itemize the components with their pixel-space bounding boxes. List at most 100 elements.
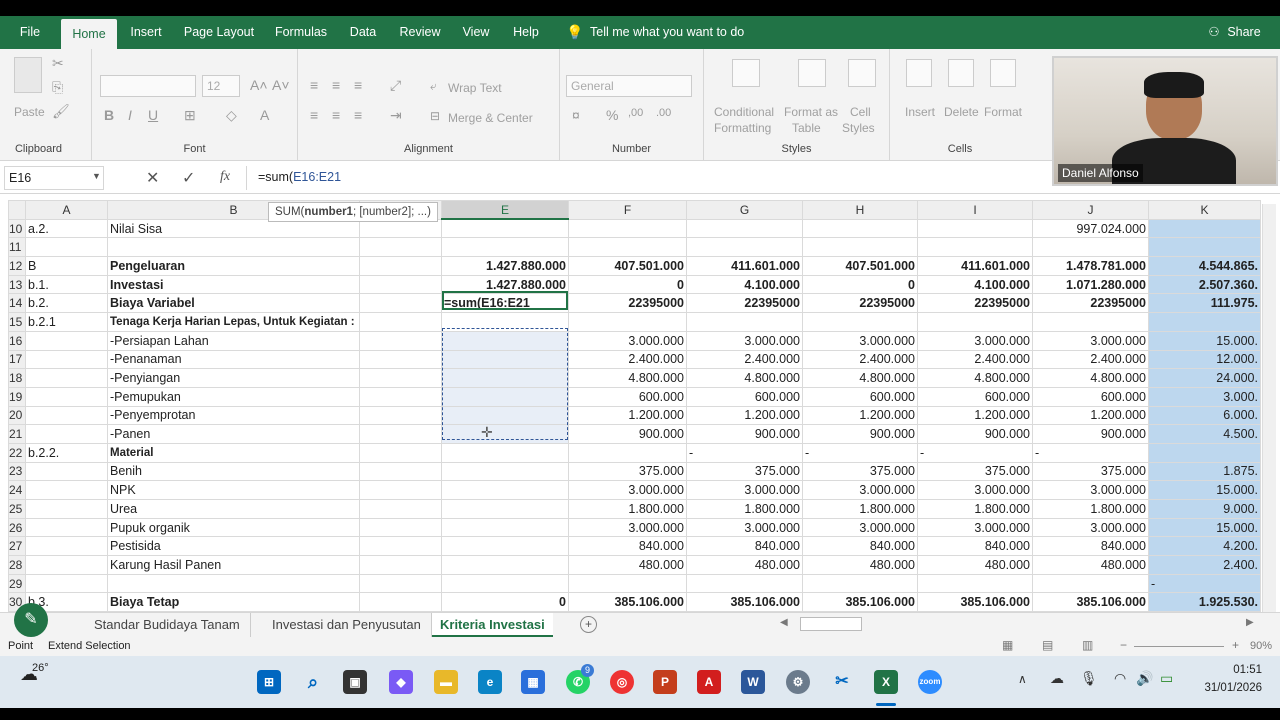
cell-g[interactable]: 22395000 (686, 293, 803, 314)
column-header-g[interactable]: G (686, 200, 803, 220)
percent-button[interactable]: % (606, 107, 618, 123)
cell-b[interactable]: Biaya Variabel (107, 293, 360, 314)
cell-g[interactable]: 385.106.000 (686, 592, 803, 613)
cell-a[interactable] (25, 480, 108, 500)
column-header-h[interactable]: H (802, 200, 918, 220)
italic-button[interactable]: I (128, 107, 132, 123)
font-grow-icon[interactable]: A˄ (250, 77, 268, 93)
cell-i[interactable]: 4.100.000 (917, 274, 1033, 295)
cell-e[interactable] (441, 386, 569, 407)
normal-view-icon[interactable]: ▦ (1002, 638, 1013, 652)
cell-c[interactable] (359, 592, 442, 613)
cell-h[interactable]: 4.800.000 (802, 368, 918, 388)
cell-k[interactable] (1148, 237, 1261, 258)
cell-f[interactable]: 840.000 (568, 536, 687, 557)
cell-c[interactable] (359, 499, 442, 519)
conditional-formatting-label[interactable]: Conditional (714, 105, 774, 119)
cell-i[interactable]: 600.000 (917, 386, 1033, 407)
cell-c[interactable] (359, 424, 442, 444)
row-header[interactable]: 17 (8, 349, 26, 370)
cell-k[interactable]: 4.544.865. (1148, 256, 1261, 276)
insert-cells-icon[interactable] (906, 59, 932, 87)
cell-j[interactable] (1032, 573, 1149, 594)
tab-home[interactable]: Home (61, 19, 117, 49)
cell-j[interactable]: 375.000 (1032, 461, 1149, 482)
cell-a[interactable] (25, 536, 108, 557)
function-tooltip[interactable]: SUM(number1; [number2]; ...) (268, 202, 438, 222)
cell-b[interactable]: Material (107, 442, 360, 463)
row-header[interactable]: 10 (8, 218, 26, 239)
select-all-corner[interactable] (8, 200, 26, 220)
row-header[interactable]: 11 (8, 237, 26, 258)
number-format-box[interactable]: General (566, 75, 692, 97)
cell-i[interactable] (917, 312, 1033, 332)
cell-k[interactable]: 1.925.530. (1148, 592, 1261, 613)
cell-e[interactable] (441, 405, 569, 426)
cell-h[interactable]: 3.000.000 (802, 517, 918, 538)
cell-j[interactable]: 3.000.000 (1032, 517, 1149, 538)
cell-k[interactable]: 12.000. (1148, 349, 1261, 370)
cell-g[interactable]: 3.000.000 (686, 330, 803, 351)
cell-c[interactable] (359, 573, 442, 594)
start-icon[interactable]: ⊞ (257, 670, 281, 694)
cell-f[interactable] (568, 573, 687, 594)
cell-k[interactable]: 1.875. (1148, 461, 1261, 482)
cell-e[interactable]: 0 (441, 592, 569, 613)
wrap-text-icon[interactable]: ⤶ (430, 79, 437, 94)
cell-j[interactable]: 385.106.000 (1032, 592, 1149, 613)
cell-h[interactable]: 600.000 (802, 386, 918, 407)
cell-k[interactable]: 3.000. (1148, 386, 1261, 407)
cell-b[interactable] (107, 573, 360, 594)
cell-h[interactable] (802, 573, 918, 594)
cell-h[interactable]: 385.106.000 (802, 592, 918, 613)
cell-h[interactable]: 0 (802, 274, 918, 295)
row-header[interactable]: 22 (8, 442, 26, 463)
cell-g[interactable] (686, 218, 803, 239)
page-layout-view-icon[interactable]: ▤ (1042, 638, 1053, 652)
currency-icon[interactable]: ¤ (572, 107, 580, 123)
column-header-k[interactable]: K (1148, 200, 1261, 220)
cell-a[interactable]: b.2.1 (25, 312, 108, 332)
cell-i[interactable]: 3.000.000 (917, 330, 1033, 351)
cell-a[interactable]: b.2.2. (25, 442, 108, 463)
cell-c[interactable] (359, 480, 442, 500)
sheet-tab-kriteria[interactable]: Kriteria Investasi (432, 613, 553, 637)
cell-b[interactable]: Pupuk organik (107, 517, 360, 538)
row-header[interactable]: 15 (8, 312, 26, 332)
file-explorer-icon[interactable]: ▬ (434, 670, 458, 694)
cell-h[interactable] (802, 218, 918, 239)
cell-h[interactable]: 480.000 (802, 555, 918, 575)
cell-g[interactable]: - (686, 442, 803, 463)
format-cells-button[interactable]: Format (984, 105, 1022, 119)
m365-icon[interactable]: ◆ (389, 670, 413, 694)
cell-h[interactable]: 1.200.000 (802, 405, 918, 426)
cell-e[interactable] (441, 480, 569, 500)
acrobat-icon[interactable]: A (697, 670, 721, 694)
cell-i[interactable]: 3.000.000 (917, 480, 1033, 500)
zoom-out-icon[interactable]: − (1120, 638, 1127, 652)
settings-icon[interactable]: ⚙ (786, 670, 810, 694)
powerpoint-icon[interactable]: P (653, 670, 677, 694)
cell-h[interactable]: 900.000 (802, 424, 918, 444)
cell-e[interactable] (441, 330, 569, 351)
format-as-table-icon[interactable] (798, 59, 826, 87)
cell-f[interactable]: 3.000.000 (568, 517, 687, 538)
tab-insert[interactable]: Insert (124, 16, 168, 49)
cell-j[interactable] (1032, 237, 1149, 258)
cell-b[interactable]: Investasi (107, 274, 360, 295)
cell-i[interactable]: 840.000 (917, 536, 1033, 557)
cell-g[interactable]: 411.601.000 (686, 256, 803, 276)
task-view-icon[interactable]: ▣ (343, 670, 367, 694)
borders-icon[interactable]: ⊞ (184, 107, 196, 124)
edge-icon[interactable]: e (478, 670, 502, 694)
cell-f[interactable] (568, 218, 687, 239)
orientation-icon[interactable]: ⤢ (390, 77, 401, 94)
cell-b[interactable]: Pengeluaran (107, 256, 360, 276)
row-header[interactable]: 25 (8, 499, 26, 519)
cell-j[interactable]: 480.000 (1032, 555, 1149, 575)
cell-g[interactable]: 4.100.000 (686, 274, 803, 295)
cell-j[interactable]: 3.000.000 (1032, 480, 1149, 500)
cell-i[interactable]: - (917, 442, 1033, 463)
cell-j[interactable]: 3.000.000 (1032, 330, 1149, 351)
cell-e[interactable]: =sum(E16:E21 (441, 293, 569, 314)
